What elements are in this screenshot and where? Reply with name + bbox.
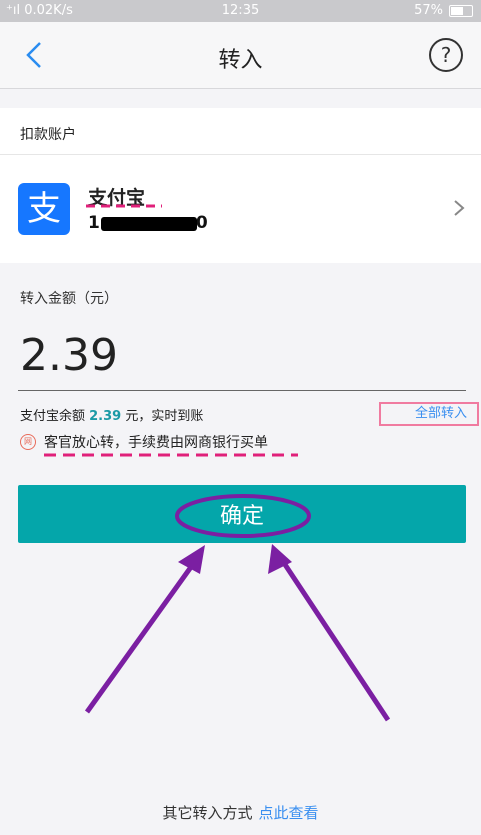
confirm-button[interactable]: 确定 [18, 485, 466, 543]
amount-input[interactable]: 2.39 [20, 330, 118, 381]
annotation-arrow-right [279, 558, 391, 722]
alipay-logo-icon: 支 [18, 183, 70, 235]
nav-header: 转入 ? [0, 22, 481, 89]
view-link[interactable]: 点此查看 [259, 804, 319, 822]
section-title: 扣款账户 [20, 127, 76, 143]
bank-seal-icon: 网 [20, 434, 36, 450]
battery-indicator: 57% [414, 3, 473, 18]
balance-info: 支付宝余额 2.39 元，实时到账 [20, 409, 204, 424]
clock: 12:35 [221, 3, 260, 18]
account-name: 支付宝 [88, 187, 146, 209]
amount-section: 转入金额（元） 2.39 支付宝余额 2.39 元，实时到账 全部转入 网 客官… [0, 264, 481, 464]
page-title: 转入 [218, 48, 263, 73]
battery-icon [449, 4, 473, 17]
chevron-right-icon [454, 200, 465, 216]
status-bar: ⁺ıl 0.02K/s 12:35 57% [0, 0, 481, 22]
footer-text: 其它转入方式 [162, 804, 253, 822]
amount-underline [18, 390, 466, 391]
annotation-arrowhead-right [268, 544, 292, 574]
amount-label: 转入金额（元） [20, 291, 118, 307]
battery-percent: 57% [414, 3, 443, 18]
debit-account-section: 扣款账户 [0, 108, 481, 155]
fee-notice: 网 客官放心转，手续费由网商银行买单 [20, 432, 268, 452]
annotation-arrow-left [84, 558, 199, 714]
redaction-bar [101, 217, 197, 231]
annotation-arrowhead-left [178, 545, 205, 574]
account-selector[interactable]: 支 支付宝 10 [0, 155, 481, 263]
help-icon[interactable]: ? [429, 38, 463, 72]
balance-value: 2.39 [89, 409, 122, 424]
notice-text: 客官放心转，手续费由网商银行买单 [44, 435, 268, 451]
transfer-all-link[interactable]: 全部转入 [379, 402, 479, 426]
other-methods: 其它转入方式 点此查看 [0, 802, 481, 823]
